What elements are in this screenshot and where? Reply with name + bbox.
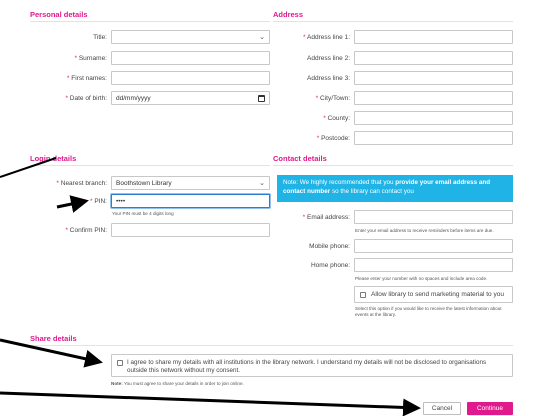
- pin-arrow: [56, 195, 89, 213]
- annotation-arrows: [0, 157, 421, 416]
- share-arrow: [0, 338, 103, 368]
- cancel-arrow: [0, 391, 421, 416]
- arrow-line-top: [0, 157, 57, 178]
